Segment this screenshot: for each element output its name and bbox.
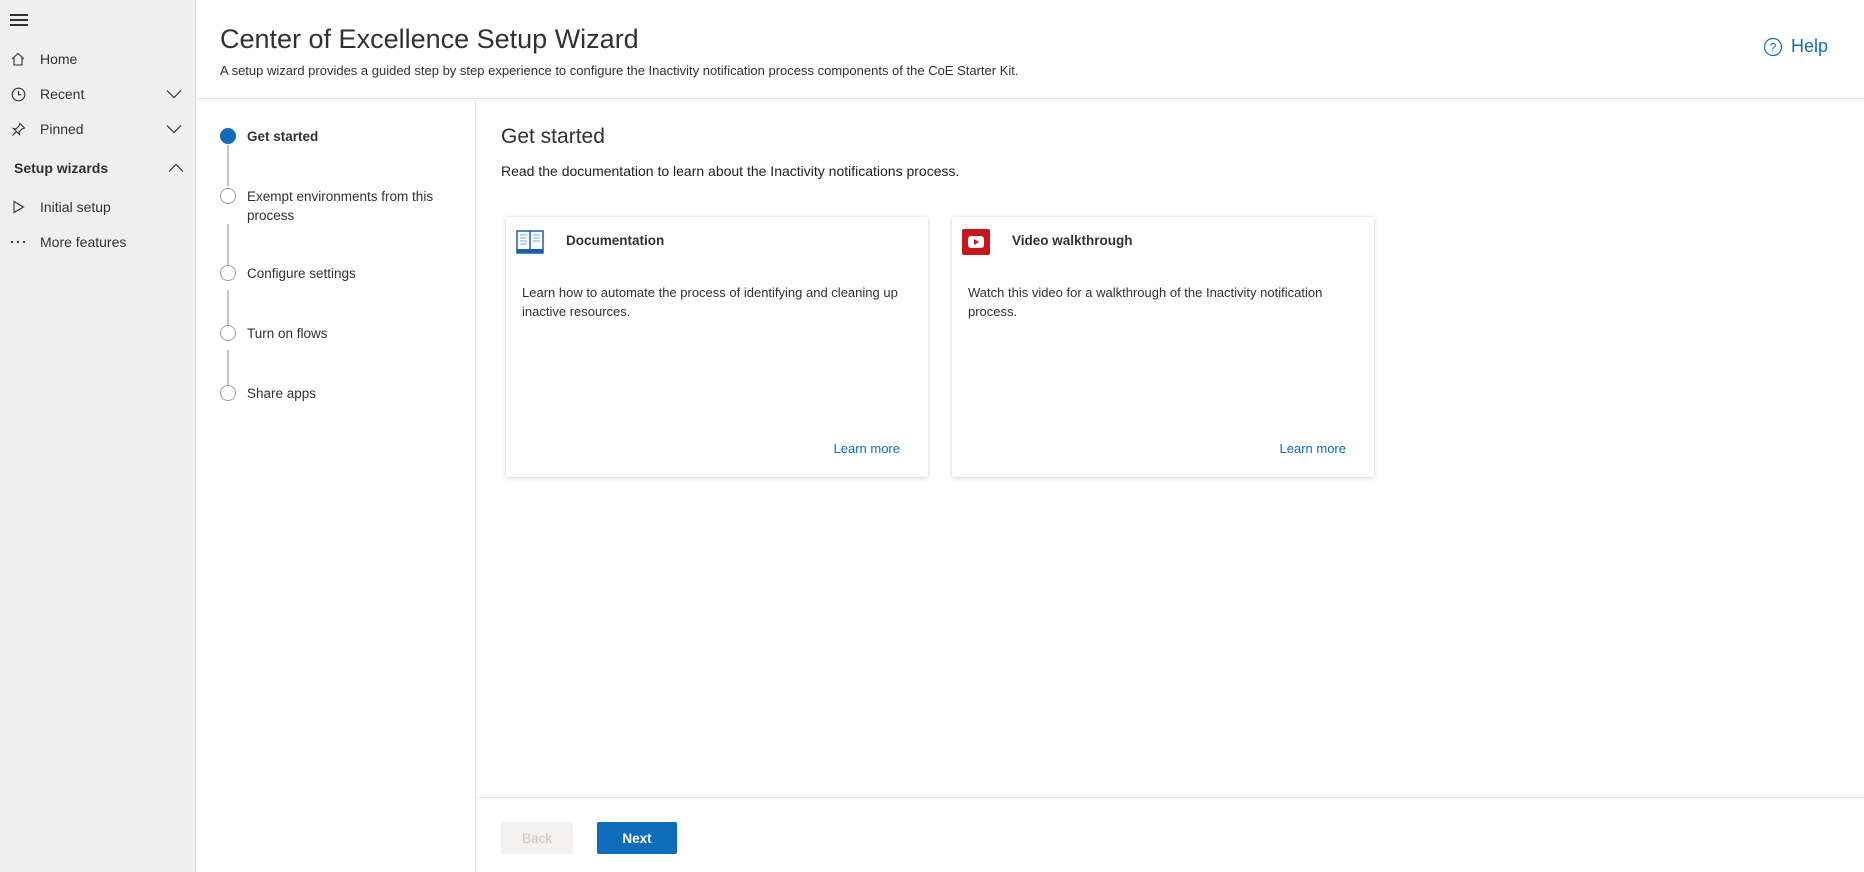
section-title: Get started <box>501 125 605 148</box>
play-icon <box>10 199 26 215</box>
sidebar-item-pinned[interactable]: Pinned <box>0 112 196 146</box>
section-description: Read the documentation to learn about th… <box>501 163 960 179</box>
step-turn-on-flows[interactable]: Turn on flows <box>220 324 457 343</box>
sidebar-item-label: Pinned <box>40 121 84 137</box>
step-configure-settings[interactable]: Configure settings <box>220 264 457 283</box>
video-icon <box>962 229 990 255</box>
sidebar-item-label: Home <box>40 51 78 67</box>
sidebar-item-label: Recent <box>40 86 85 102</box>
sidebar-item-label: Initial setup <box>40 199 111 215</box>
card-title: Documentation <box>566 233 665 248</box>
step-exempt-environments[interactable]: Exempt environments from this process <box>220 187 457 225</box>
learn-more-link[interactable]: Learn more <box>1280 441 1346 456</box>
step-indicator <box>220 265 236 281</box>
sidebar-item-initial-setup[interactable]: Initial setup <box>0 190 196 224</box>
step-label: Get started <box>247 129 319 144</box>
step-label: Share apps <box>247 386 317 401</box>
book-icon <box>516 229 544 255</box>
page-header: Center of Excellence Setup Wizard A setu… <box>197 0 1864 99</box>
sidebar-item-label: More features <box>40 234 127 250</box>
page-title: Center of Excellence Setup Wizard <box>220 24 639 54</box>
video-walkthrough-card: Video walkthrough Watch this video for a… <box>952 217 1374 477</box>
step-indicator <box>220 188 236 204</box>
hamburger-menu-icon[interactable] <box>10 14 28 28</box>
chevron-down-icon[interactable] <box>166 86 182 102</box>
chevron-down-icon[interactable] <box>166 121 182 137</box>
svg-text:?: ? <box>1770 40 1777 54</box>
step-indicator <box>220 385 236 401</box>
sidebar-section-label: Setup wizards <box>14 160 109 176</box>
sidebar: Home Recent Pinned Setup wizards Initial… <box>0 0 196 872</box>
help-button[interactable]: ? Help <box>1763 36 1828 57</box>
main-content: Get started Read the documentation to le… <box>477 100 1864 797</box>
step-label: Configure settings <box>247 266 356 281</box>
pin-icon <box>10 121 26 137</box>
sidebar-item-recent[interactable]: Recent <box>0 77 196 111</box>
home-icon <box>10 51 26 67</box>
step-get-started[interactable]: Get started <box>220 127 457 146</box>
documentation-card: Documentation Learn how to automate the … <box>506 217 928 477</box>
wizard-footer: Back Next <box>477 797 1864 872</box>
step-label: Exempt environments from this process <box>247 189 434 223</box>
help-label: Help <box>1790 36 1828 56</box>
wizard-steps: Get started Exempt environments from thi… <box>197 100 476 872</box>
clock-icon <box>10 86 26 102</box>
step-label: Turn on flows <box>247 326 328 341</box>
back-button[interactable]: Back <box>501 822 573 854</box>
page-subtitle: A setup wizard provides a guided step by… <box>220 63 1019 78</box>
step-indicator <box>220 325 236 341</box>
sidebar-section-setup-wizards[interactable]: Setup wizards <box>14 155 184 181</box>
step-indicator <box>220 128 236 144</box>
card-description: Learn how to automate the process of ide… <box>522 285 898 319</box>
card-title: Video walkthrough <box>1012 233 1133 248</box>
learn-more-link[interactable]: Learn more <box>834 441 900 456</box>
step-connector <box>227 145 229 186</box>
chevron-up-icon[interactable] <box>168 160 184 176</box>
step-share-apps[interactable]: Share apps <box>220 384 457 403</box>
more-icon <box>10 234 26 250</box>
card-description: Watch this video for a walkthrough of th… <box>968 285 1323 319</box>
next-button[interactable]: Next <box>597 822 677 854</box>
help-icon: ? <box>1763 37 1783 57</box>
sidebar-item-home[interactable]: Home <box>0 42 196 76</box>
sidebar-item-more-features[interactable]: More features <box>0 225 196 259</box>
